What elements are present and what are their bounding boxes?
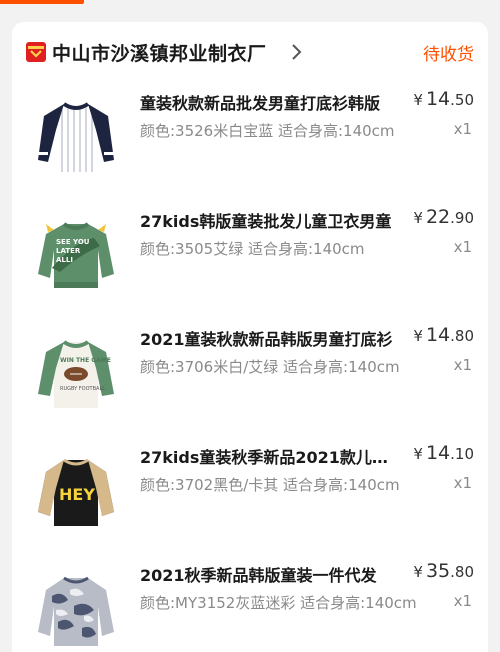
price-decimal: .80 <box>450 327 474 345</box>
gray-blue-camo-sweatshirt-thumbnail[interactable] <box>34 566 118 650</box>
order-item[interactable]: SEE YOU LATER ALLI 27kids韩版童装批发儿童卫衣男童 颜色… <box>12 200 488 318</box>
green-crocodile-sweatshirt-thumbnail[interactable]: SEE YOU LATER ALLI <box>34 212 118 296</box>
currency-symbol: ¥ <box>413 563 423 581</box>
white-green-football-raglan-shirt-thumbnail[interactable]: WIN THE GAME RUGBY FOOTBALL <box>34 330 118 414</box>
shop-name[interactable]: 中山市沙溪镇邦业制衣厂 <box>52 39 267 66</box>
item-price: ¥14.50 <box>413 88 474 110</box>
currency-symbol: ¥ <box>413 91 423 109</box>
active-tab-indicator <box>0 0 84 4</box>
item-title[interactable]: 童装秋款新品批发男童打底衫韩版 <box>140 90 402 114</box>
svg-text:HEY: HEY <box>59 485 95 504</box>
order-item[interactable]: HEY 27kids童装秋季新品2021款儿童卫衣 颜色:3702黑色/卡其 适… <box>12 436 488 554</box>
item-spec: 颜色:MY3152灰蓝迷彩 适合身高:140cm <box>140 594 417 612</box>
price-decimal: .10 <box>450 445 474 463</box>
price-integer: 14 <box>425 324 451 346</box>
order-status-label: 待收货 <box>423 45 474 65</box>
order-item[interactable]: WIN THE GAME RUGBY FOOTBALL 2021童装秋款新品韩版… <box>12 318 488 436</box>
chevron-right-icon[interactable] <box>290 42 304 62</box>
price-integer: 35 <box>425 560 451 582</box>
black-khaki-hey-sweatshirt-thumbnail[interactable]: HEY <box>34 448 118 532</box>
svg-text:SEE YOU: SEE YOU <box>56 238 90 246</box>
order-item[interactable]: 童装秋款新品批发男童打底衫韩版 颜色:3526米白宝蓝 适合身高:140cm ¥… <box>12 82 488 200</box>
item-title[interactable]: 27kids童装秋季新品2021款儿童卫衣 <box>140 444 402 468</box>
currency-symbol: ¥ <box>413 209 423 227</box>
item-price: ¥14.10 <box>413 442 474 464</box>
item-quantity: x1 <box>453 474 472 492</box>
order-item[interactable]: 2021秋季新品韩版童装一件代发 颜色:MY3152灰蓝迷彩 适合身高:140c… <box>12 554 488 652</box>
svg-text:WIN THE GAME: WIN THE GAME <box>60 357 111 364</box>
item-price: ¥22.90 <box>413 206 474 228</box>
item-price: ¥35.80 <box>413 560 474 582</box>
price-integer: 22 <box>425 206 451 228</box>
white-navy-striped-raglan-shirt-thumbnail[interactable] <box>34 94 118 178</box>
item-quantity: x1 <box>453 356 472 374</box>
item-quantity: x1 <box>453 592 472 610</box>
currency-symbol: ¥ <box>413 445 423 463</box>
svg-text:RUGBY FOOTBALL: RUGBY FOOTBALL <box>60 386 105 392</box>
shop-header[interactable]: 中山市沙溪镇邦业制衣厂 待收货 <box>12 22 488 82</box>
item-spec: 颜色:3706米白/艾绿 适合身高:140cm <box>140 358 400 376</box>
item-title[interactable]: 27kids韩版童装批发儿童卫衣男童 <box>140 208 402 232</box>
order-card: 中山市沙溪镇邦业制衣厂 待收货 童装秋款新品批发男童打底衫韩版 颜色:3526米… <box>12 22 488 652</box>
svg-text:LATER: LATER <box>56 247 81 255</box>
item-price: ¥14.80 <box>413 324 474 346</box>
price-decimal: .90 <box>450 209 474 227</box>
item-spec: 颜色:3505艾绿 适合身高:140cm <box>140 240 365 258</box>
item-title[interactable]: 2021秋季新品韩版童装一件代发 <box>140 562 402 586</box>
item-quantity: x1 <box>453 120 472 138</box>
shop-icon <box>26 42 46 62</box>
price-integer: 14 <box>425 442 451 464</box>
price-integer: 14 <box>425 88 451 110</box>
svg-text:ALLI: ALLI <box>56 256 73 264</box>
item-quantity: x1 <box>453 238 472 256</box>
price-decimal: .80 <box>450 563 474 581</box>
item-title[interactable]: 2021童装秋款新品韩版男童打底衫 <box>140 326 402 350</box>
item-spec: 颜色:3702黑色/卡其 适合身高:140cm <box>140 476 400 494</box>
item-spec: 颜色:3526米白宝蓝 适合身高:140cm <box>140 122 395 140</box>
price-decimal: .50 <box>450 91 474 109</box>
currency-symbol: ¥ <box>413 327 423 345</box>
